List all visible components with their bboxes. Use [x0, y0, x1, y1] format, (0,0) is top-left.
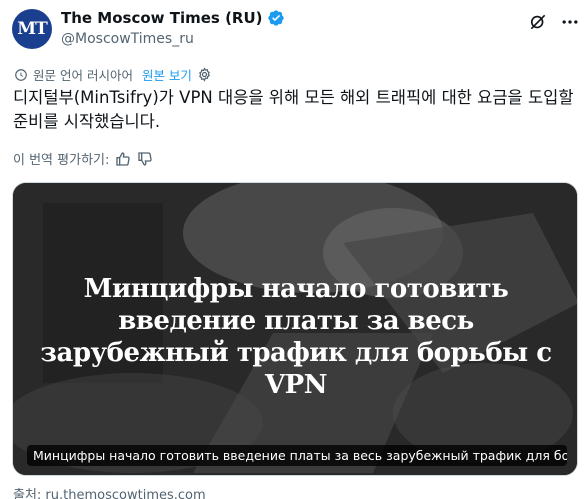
- card-headline: Минцифры начало готовить введение платы …: [40, 274, 552, 400]
- verified-badge-icon: [267, 10, 284, 26]
- more-icon[interactable]: [560, 12, 580, 32]
- translate-icon: [15, 68, 27, 81]
- author-handle[interactable]: @MoscowTimes_ru: [61, 31, 194, 47]
- rate-translation-label: 이 번역 평가하기:: [13, 153, 110, 168]
- translated-from-label: 원문 언어 러시아어: [33, 68, 133, 83]
- author-name-row: The Moscow Times (RU): [61, 9, 285, 27]
- grok-icon[interactable]: [528, 12, 548, 32]
- tweet-text: 디지털부(MinTsifry)가 VPN 대응을 위해 모든 해외 트래픽에 대…: [13, 88, 574, 131]
- card-source-domain[interactable]: 출처: ru.themoscowtimes.com: [13, 484, 206, 499]
- translation-info: 원문 언어 러시아어 원본 보기: [14, 65, 212, 84]
- link-preview-card[interactable]: Минцифры начало готовить введение платы …: [12, 182, 578, 476]
- card-title-caption[interactable]: Минцифры начало готовить введение платы …: [27, 445, 567, 466]
- gear-icon[interactable]: [197, 67, 212, 82]
- show-original-link[interactable]: 원본 보기: [142, 65, 192, 84]
- translation-rating: 이 번역 평가하기:: [13, 149, 153, 168]
- author-display-name[interactable]: The Moscow Times (RU): [61, 9, 263, 27]
- thumbs-down-icon[interactable]: [137, 151, 153, 167]
- author-avatar[interactable]: MT: [12, 9, 52, 49]
- thumbs-up-icon[interactable]: [115, 151, 131, 167]
